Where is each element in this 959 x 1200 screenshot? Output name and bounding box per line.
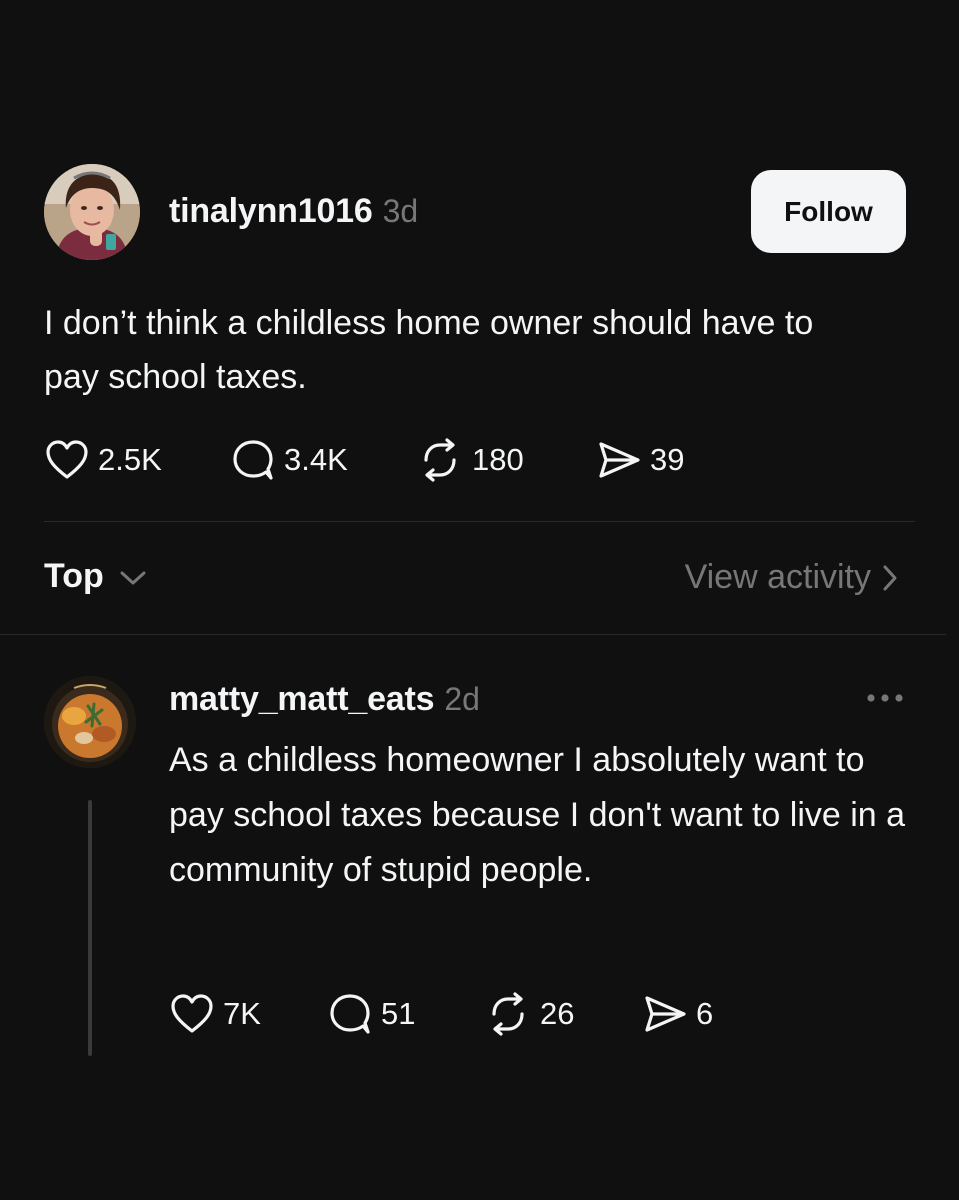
like-count: 2.5K: [98, 442, 162, 477]
repost-button[interactable]: 26: [484, 992, 642, 1036]
comment-button[interactable]: 51: [327, 992, 484, 1036]
repost-count: 26: [540, 996, 575, 1031]
repost-icon: [492, 992, 524, 1036]
divider: [0, 634, 946, 635]
share-count: 6: [696, 996, 714, 1031]
food-bowl-icon: [44, 676, 136, 768]
post-author-username[interactable]: tinalynn1016: [169, 192, 373, 231]
reply-avatar[interactable]: [44, 676, 136, 768]
repost-count: 180: [472, 442, 524, 477]
send-icon: [645, 996, 686, 1032]
repost-icon: [424, 438, 456, 482]
reply-body-text: As a childless homeowner I absolutely wa…: [169, 741, 906, 889]
profile-photo-icon: [44, 164, 140, 260]
share-button[interactable]: 6: [642, 992, 713, 1036]
view-activity-label: View activity: [684, 558, 871, 596]
post-body-text: I don’t think a childless home owner sho…: [44, 304, 814, 396]
post-header: tinalynn1016 3d: [169, 192, 418, 231]
heart-icon: [46, 440, 88, 479]
chevron-down-icon: [120, 571, 146, 584]
sort-dropdown[interactable]: Top: [44, 557, 150, 596]
reply-timestamp: 2d: [444, 681, 480, 717]
share-count: 39: [650, 442, 685, 477]
view-activity-link[interactable]: View activity: [685, 558, 901, 597]
follow-button[interactable]: Follow: [751, 170, 906, 253]
share-button[interactable]: 39: [596, 438, 684, 482]
like-button[interactable]: 7K: [169, 993, 327, 1035]
sort-label: Top: [44, 557, 104, 595]
divider: [44, 521, 915, 522]
post-actions: 2.5K 3.4K 180 39: [44, 438, 684, 482]
reply-author-username[interactable]: matty_matt_eats: [169, 680, 435, 719]
avatar[interactable]: [44, 164, 140, 260]
send-icon: [599, 442, 640, 478]
comment-icon: [233, 440, 273, 480]
like-count: 7K: [223, 996, 261, 1031]
thread-line: [88, 800, 92, 1056]
comment-count: 51: [381, 996, 416, 1031]
chevron-right-icon: [883, 565, 897, 590]
like-button[interactable]: 2.5K: [44, 439, 230, 481]
comment-count: 3.4K: [284, 442, 348, 477]
heart-icon: [171, 994, 213, 1033]
post-timestamp: 3d: [382, 193, 419, 229]
more-options-icon: [867, 694, 903, 702]
repost-button[interactable]: 180: [416, 438, 596, 482]
reply-actions: 7K 51 26 6: [169, 992, 713, 1036]
reply-header: matty_matt_eats 2d: [169, 680, 480, 719]
comment-icon: [330, 994, 370, 1034]
more-options-button[interactable]: [864, 690, 908, 711]
comment-button[interactable]: 3.4K: [230, 438, 416, 482]
